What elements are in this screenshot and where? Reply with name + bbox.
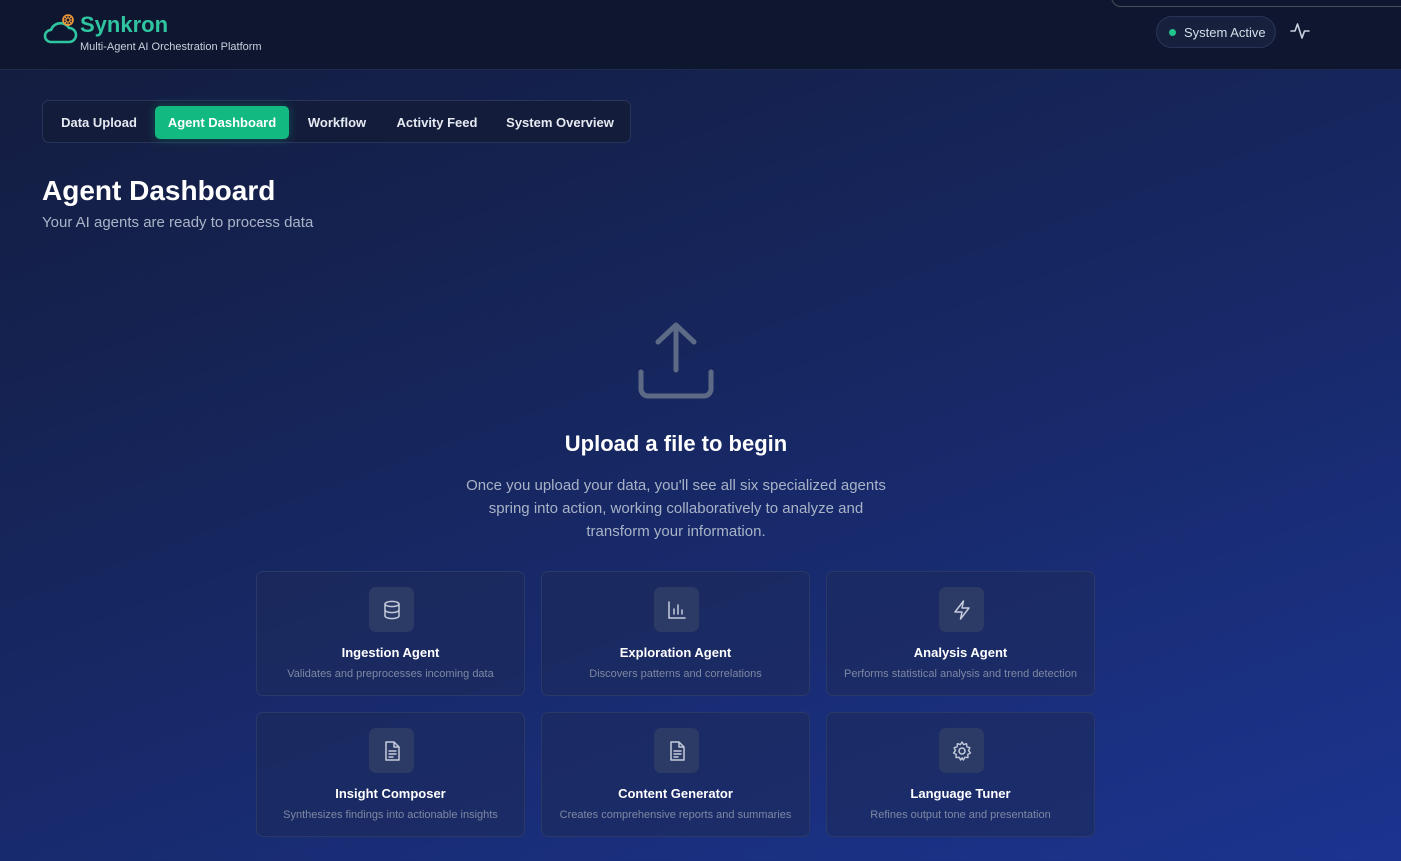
document-icon bbox=[654, 728, 699, 773]
main-tabs: Data Upload Agent Dashboard Workflow Act… bbox=[42, 100, 631, 143]
document-icon bbox=[369, 728, 414, 773]
database-icon bbox=[369, 587, 414, 632]
status-text: System Active bbox=[1184, 24, 1266, 40]
page-subtitle: Your AI agents are ready to process data bbox=[42, 214, 314, 231]
upload-icon bbox=[638, 322, 714, 399]
agent-card-description: Refines output tone and presentation bbox=[870, 809, 1051, 821]
upload-description: Once you upload your data, you'll see al… bbox=[466, 477, 886, 540]
agent-card-ingestion[interactable]: Ingestion Agent Validates and preprocess… bbox=[256, 571, 525, 696]
tab-agent-dashboard[interactable]: Agent Dashboard bbox=[155, 106, 289, 139]
activity-pulse-icon[interactable] bbox=[1289, 20, 1311, 42]
agent-card-exploration[interactable]: Exploration Agent Discovers patterns and… bbox=[541, 571, 810, 696]
agent-card-description: Discovers patterns and correlations bbox=[589, 668, 762, 680]
header-corner-panel bbox=[1111, 0, 1401, 7]
lightning-icon bbox=[939, 587, 984, 632]
tab-system-overview[interactable]: System Overview bbox=[495, 106, 625, 139]
agent-card-title: Ingestion Agent bbox=[341, 645, 440, 660]
tab-activity-feed[interactable]: Activity Feed bbox=[385, 106, 489, 139]
app-header: Synkron Multi-Agent AI Orchestration Pla… bbox=[0, 0, 1401, 70]
tab-data-upload[interactable]: Data Upload bbox=[49, 106, 149, 139]
agent-card-description: Validates and preprocesses incoming data bbox=[287, 668, 494, 680]
agent-card-title: Exploration Agent bbox=[619, 645, 732, 660]
bar-chart-icon bbox=[654, 587, 699, 632]
agent-card-insight-composer[interactable]: Insight Composer Synthesizes findings in… bbox=[256, 712, 525, 837]
cloud-cog-icon bbox=[43, 14, 78, 44]
agent-card-title: Content Generator bbox=[618, 786, 733, 801]
agent-card-title: Analysis Agent bbox=[913, 645, 1008, 660]
brand-tagline: Multi-Agent AI Orchestration Platform bbox=[80, 41, 262, 53]
status-dot-icon bbox=[1169, 28, 1176, 36]
agent-card-description: Performs statistical analysis and trend … bbox=[844, 668, 1077, 680]
agent-card-language-tuner[interactable]: Language Tuner Refines output tone and p… bbox=[826, 712, 1095, 837]
agent-card-title: Insight Composer bbox=[335, 786, 446, 801]
agent-card-description: Creates comprehensive reports and summar… bbox=[559, 809, 792, 821]
system-status-badge: System Active bbox=[1156, 16, 1276, 48]
agent-card-analysis[interactable]: Analysis Agent Performs statistical anal… bbox=[826, 571, 1095, 696]
agent-card-description: Synthesizes findings into actionable ins… bbox=[283, 809, 498, 821]
page-title: Agent Dashboard bbox=[42, 175, 276, 206]
tab-workflow[interactable]: Workflow bbox=[295, 106, 379, 139]
brand-name: Synkron bbox=[80, 12, 169, 37]
upload-heading: Upload a file to begin bbox=[564, 431, 788, 456]
gear-icon bbox=[939, 728, 984, 773]
agent-card-title: Language Tuner bbox=[910, 786, 1011, 801]
agent-card-content-generator[interactable]: Content Generator Creates comprehensive … bbox=[541, 712, 810, 837]
